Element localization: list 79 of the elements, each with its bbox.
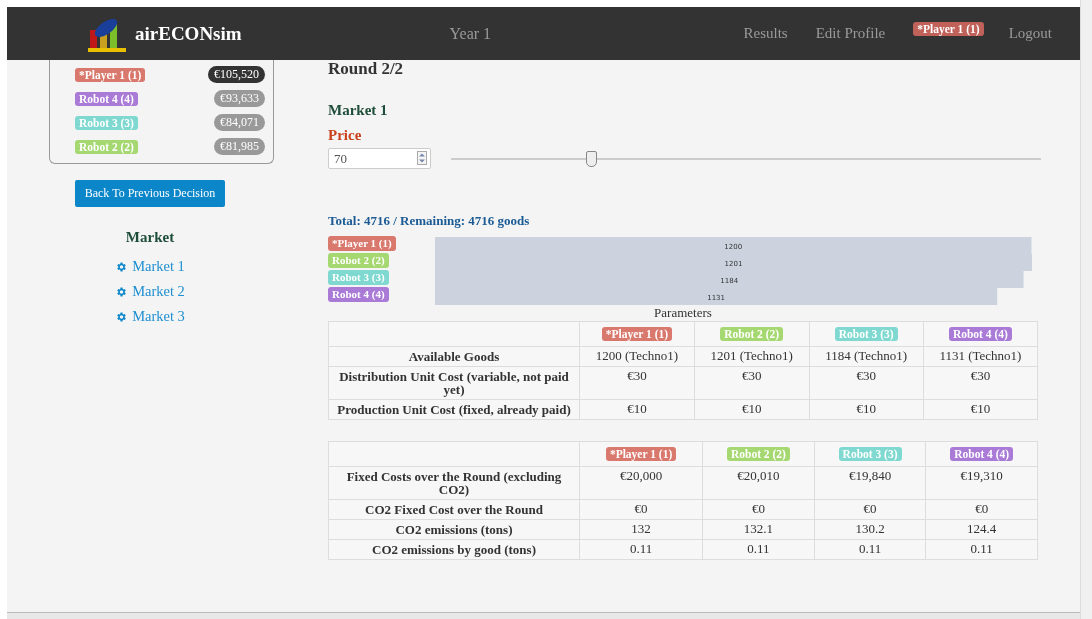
- table-cell: €10: [856, 401, 876, 416]
- player-badge: *Player 1 (1): [601, 327, 673, 341]
- player-badge: *Player 1 (1): [328, 236, 396, 251]
- table-title: Parameters: [653, 305, 713, 321]
- row-label: CO2 emissions (tons): [394, 523, 514, 536]
- logout-link[interactable]: Logout: [1008, 25, 1052, 42]
- table-cell: €30: [970, 368, 991, 383]
- nav-link[interactable]: Results: [743, 25, 788, 42]
- table-cell: €20,000: [619, 468, 663, 483]
- table-cell: €10: [627, 401, 647, 416]
- row-label: Fixed Costs over the Round (excluding CO2): [345, 470, 563, 496]
- slider-thumb[interactable]: [585, 150, 597, 167]
- vertical-scrollbar[interactable]: [1080, 0, 1092, 619]
- player-badge: Robot 4 (4): [948, 327, 1012, 341]
- player-badge: Robot 2 (2): [726, 447, 790, 461]
- player-badge: *Player 1 (1): [605, 447, 677, 461]
- round-title: Round 2/2: [328, 60, 405, 78]
- score-pill: €84,071: [214, 114, 265, 131]
- row-label: Available Goods: [407, 350, 501, 363]
- table-cell: 0.11: [747, 541, 770, 556]
- table-cell: €0: [863, 501, 877, 516]
- market-title: Market 1: [328, 102, 389, 119]
- player-badge: Robot 2 (2): [328, 253, 389, 268]
- table-cell: 130.2: [855, 521, 885, 536]
- table-cell: €0: [975, 501, 989, 516]
- horizontal-scrollbar[interactable]: [7, 612, 1080, 619]
- brand-name[interactable]: airECONsim: [135, 22, 242, 45]
- table-cell: €20,010: [737, 468, 780, 483]
- table-cell: €30: [627, 368, 647, 383]
- score-pill: €81,985: [214, 138, 265, 155]
- table-cell: €10: [970, 401, 991, 416]
- table-cell: 132.1: [743, 521, 774, 536]
- table-cell: €30: [856, 368, 876, 383]
- table-cell: 0.11: [629, 541, 653, 556]
- market-link[interactable]: Market 1: [115, 258, 185, 275]
- player-badge: Robot 3 (3): [834, 327, 898, 341]
- score-pill: €93,633: [214, 90, 265, 107]
- player-badge[interactable]: *Player 1 (1): [913, 22, 984, 36]
- table-cell: €30: [741, 368, 762, 383]
- player-badge: *Player 1 (1): [75, 67, 146, 82]
- table-cell: 0.11: [858, 541, 882, 556]
- table-cell: 1131 (Techno1): [939, 348, 1022, 363]
- market-link[interactable]: Market 3: [115, 308, 185, 325]
- table-cell: €10: [741, 401, 762, 416]
- table-cell: €0: [634, 501, 648, 516]
- spinner-icon: [417, 151, 427, 165]
- table-cell: 132: [631, 521, 651, 536]
- gear-icon: [115, 285, 128, 298]
- player-badge: Robot 2 (2): [720, 327, 784, 341]
- table-cell: €19,310: [960, 468, 1003, 483]
- player-badge: Robot 2 (2): [75, 139, 138, 154]
- row-label: CO2 emissions by good (tons): [371, 543, 537, 556]
- market-link[interactable]: Market 2: [115, 283, 185, 300]
- row-label: Production Unit Cost (fixed, already paid): [336, 403, 572, 416]
- table-cell: €19,840: [848, 468, 892, 483]
- player-badge: Robot 4 (4): [75, 91, 138, 106]
- year-label: Year 1: [449, 24, 493, 43]
- player-badge: Robot 4 (4): [328, 287, 389, 302]
- total-text: Total: 4716 / Remaining: 4716 goods: [328, 213, 531, 229]
- score-pill: €105,520: [208, 66, 265, 83]
- back-button[interactable]: Back To Previous Decision: [74, 180, 226, 207]
- price-label: Price: [328, 127, 363, 144]
- price-input[interactable]: 70: [328, 148, 431, 169]
- table-cell: 0.11: [970, 541, 993, 556]
- player-badge: Robot 4 (4): [950, 447, 1014, 461]
- gear-icon: [115, 310, 128, 323]
- table-cell: 1200 (Techno1): [595, 348, 679, 363]
- table-cell: 1184 (Techno1): [825, 348, 908, 363]
- player-badge: Robot 3 (3): [838, 447, 902, 461]
- gear-icon: [115, 260, 128, 273]
- player-badge: Robot 3 (3): [328, 270, 389, 285]
- table-cell: 124.4: [967, 521, 997, 536]
- row-label: CO2 Fixed Cost over the Round: [364, 503, 544, 516]
- table-cell: 1201 (Techno1): [710, 348, 793, 363]
- table-cell: €0: [751, 501, 765, 516]
- player-badge: Robot 3 (3): [75, 115, 138, 130]
- row-label: Distribution Unit Cost (variable, not paid yet): [338, 370, 570, 396]
- sidebar-heading: Market: [125, 229, 175, 246]
- nav-link[interactable]: Edit Profile: [815, 25, 886, 42]
